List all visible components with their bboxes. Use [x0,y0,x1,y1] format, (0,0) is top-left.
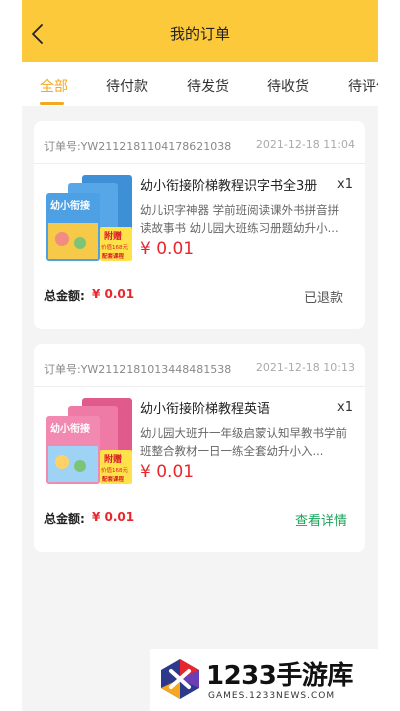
total-amount: ¥ 0.01 [92,287,135,301]
product-description: 幼儿识字神器 学前班阅读课外书拼音拼读故事书 幼儿园大班练习册题幼升小... [140,203,340,235]
product-price: ¥ 0.01 [140,239,195,259]
order-date: 2021-12-18 11:04 [255,138,355,151]
tab-pending-receipt[interactable]: 待收货 [267,76,309,96]
order-number: 订单号:YW2112181013448481538 [44,363,232,376]
cover-bonus-price: 价值168元 [101,243,128,251]
product-title: 幼小衔接阶梯教程英语 [140,402,271,417]
product-title: 幼小衔接阶梯教程识字书全3册 [140,179,318,194]
order-status: 已退款 [303,291,343,306]
order-screen: 我的订单 全部 待付款 待发货 待收货 待评价 订单号:YW2112181104… [22,0,378,711]
tab-pending-shipment[interactable]: 待发货 [187,76,229,96]
watermark-title: 1233手游库 [206,661,353,691]
page-title: 我的订单 [169,25,230,43]
top-bar: 我的订单 [22,0,378,62]
order-card[interactable]: 订单号:YW2112181013448481538 2021-12-18 10:… [34,344,365,552]
total-amount: ¥ 0.01 [92,510,135,524]
tab-all[interactable]: 全部 [40,76,68,96]
product-image: 幼小衔接 附赠 价值168元 配套课程 [46,398,132,484]
brand-logo-icon [161,659,199,699]
order-date: 2021-12-18 10:13 [255,361,355,374]
quantity: x1 [337,177,353,192]
cover-title: 幼小衔接 [50,422,90,435]
product-image: 幼小衔接 附赠 价值168元 配套课程 [46,175,132,261]
active-tab-indicator [40,102,64,105]
watermark-logo: 1233手游库 GAMES.1233NEWS.COM [150,649,400,711]
order-card[interactable]: 订单号:YW2112181104178621038 2021-12-18 11:… [34,121,365,329]
tab-pending-payment[interactable]: 待付款 [106,76,148,96]
divider [34,386,365,387]
product-description: 幼儿园大班升一年级启蒙认知早教书学前班整合教材一日一练全套幼升小入... [140,426,347,458]
cover-bonus-item: 配套课程 [102,252,125,260]
cover-bonus: 附赠 [104,453,122,465]
total-label: 总金额: [44,289,85,303]
order-tabs: 全部 待付款 待发货 待收货 待评价 [22,62,378,106]
divider [34,163,365,164]
view-details-button[interactable]: 查看详情 [295,510,347,529]
product-price: ¥ 0.01 [140,462,195,482]
tab-pending-review[interactable]: 待评价 [348,76,378,96]
order-number: 订单号:YW2112181104178621038 [44,140,232,153]
watermark-url: GAMES.1233NEWS.COM [208,691,336,701]
total-label: 总金额: [44,512,85,526]
quantity: x1 [337,400,353,415]
cover-bonus-item: 配套课程 [102,475,125,483]
cover-bonus-price: 价值168元 [101,466,128,474]
cover-title: 幼小衔接 [50,199,90,212]
cover-bonus: 附赠 [104,230,122,242]
